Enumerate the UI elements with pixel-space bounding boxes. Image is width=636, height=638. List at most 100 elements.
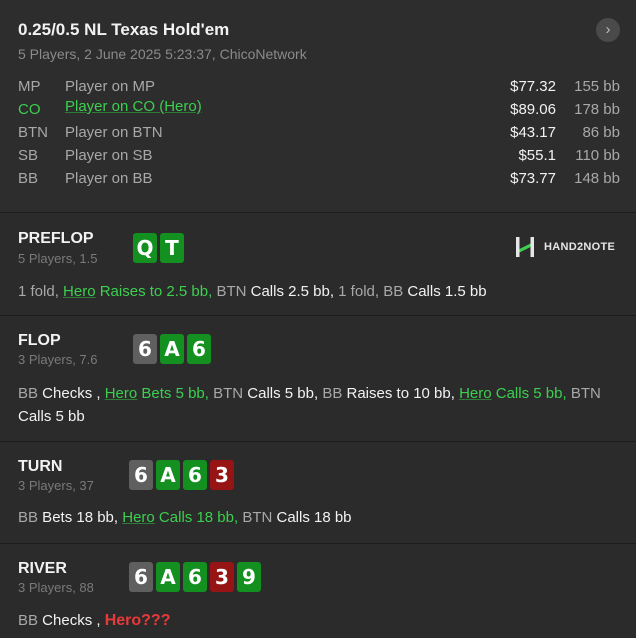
street-name: TURN: [18, 458, 63, 475]
next-hand-button[interactable]: ›: [596, 18, 620, 42]
card-three-hearts: 3: [210, 562, 234, 592]
player-name[interactable]: Player on MP: [65, 78, 155, 95]
player-row-bb: BB Player on BB $73.77 148 bb: [0, 170, 636, 192]
action-player: BTN: [242, 509, 273, 526]
action-player: BB: [322, 385, 343, 402]
hole-cards: Q T: [133, 233, 184, 263]
hero-name: Hero: [122, 509, 155, 526]
action-text: 1 fold,: [18, 283, 64, 300]
action-text: Calls 2.5 bb,: [246, 283, 339, 300]
player-row-co: CO Player on CO (Hero) $89.06 178 bb: [0, 98, 636, 120]
card-six-clubs: 6: [129, 562, 153, 592]
street-name: RIVER: [18, 560, 67, 577]
hero-name: Hero: [459, 385, 492, 402]
card-nine-diamonds: 9: [237, 562, 261, 592]
hero-action[interactable]: Hero Bets 5 bb,: [105, 385, 213, 402]
player-position: BB: [18, 170, 39, 187]
card-ten-diamonds: T: [160, 233, 184, 263]
player-row-sb: SB Player on SB $55.1 110 bb: [0, 147, 636, 169]
street-river: RIVER 3 Players, 88 6 A 6 3 9 BB Checks …: [0, 543, 636, 638]
logo-text: HAND2NOTE: [544, 241, 616, 253]
card-ace-diamonds: A: [156, 460, 180, 490]
player-position: BTN: [18, 124, 48, 141]
action-text: Checks ,: [38, 385, 105, 402]
street-name: FLOP: [18, 332, 61, 349]
player-name[interactable]: Player on BTN: [65, 124, 163, 141]
street-pot-info: 3 Players, 88: [18, 580, 94, 595]
player-stack: $43.17: [510, 124, 556, 141]
action-player: BB: [383, 283, 404, 300]
action-player: BB: [18, 612, 39, 629]
player-stack-bb: 110 bb: [575, 147, 620, 164]
h2n-logo-icon: [516, 237, 534, 257]
hand-header: 0.25/0.5 NL Texas Hold'em 5 Players, 2 J…: [0, 0, 636, 212]
street-turn: TURN 3 Players, 37 6 A 6 3 BB Bets 18 bb…: [0, 441, 636, 543]
action-text: 1 fold,: [338, 283, 384, 300]
action-text: Calls 18 bb,: [154, 509, 243, 526]
action-text: Calls 5 bb,: [243, 385, 323, 402]
street-preflop: PREFLOP 5 Players, 1.5 Q T 1 fold, Hero …: [0, 212, 636, 315]
player-name[interactable]: Player on BB: [65, 170, 153, 187]
card-three-hearts: 3: [210, 460, 234, 490]
action-text: Bets 18 bb,: [38, 509, 123, 526]
street-pot-info: 5 Players, 1.5: [18, 251, 98, 266]
chevron-right-icon: ›: [605, 21, 611, 38]
player-row-mp: MP Player on MP $77.32 155 bb: [0, 78, 636, 100]
player-name[interactable]: Player on SB: [65, 147, 153, 164]
board-cards: 6 A 6 3 9: [129, 562, 261, 592]
hand-subtitle: 5 Players, 2 June 2025 5:23:37, ChicoNet…: [18, 46, 307, 62]
player-row-btn: BTN Player on BTN $43.17 86 bb: [0, 124, 636, 146]
player-position: CO: [18, 101, 41, 118]
street-actions: BB Checks , Hero Bets 5 bb, BTN Calls 5 …: [18, 382, 624, 428]
action-text: Raises to 2.5 bb,: [95, 283, 217, 300]
board-cards: 6 A 6 3: [129, 460, 234, 490]
card-ace-diamonds: A: [156, 562, 180, 592]
player-stack: $89.06: [510, 101, 556, 118]
card-six-diamonds: 6: [187, 334, 211, 364]
action-text: Calls 5 bb: [18, 408, 85, 425]
player-stack-bb: 155 bb: [574, 78, 620, 95]
player-position: MP: [18, 78, 41, 95]
player-position: SB: [18, 147, 39, 164]
action-player: BB: [18, 385, 39, 402]
card-queen-diamonds: Q: [133, 233, 157, 263]
action-text: Bets 5 bb,: [137, 385, 214, 402]
card-six-diamonds: 6: [183, 460, 207, 490]
hero-decision-prompt: Hero???: [104, 612, 171, 629]
card-six-diamonds: 6: [183, 562, 207, 592]
action-player: BTN: [570, 385, 601, 402]
action-text: Raises to 10 bb,: [342, 385, 460, 402]
action-player: BTN: [213, 385, 244, 402]
action-text: Calls 18 bb: [272, 509, 352, 526]
hand2note-logo: HAND2NOTE: [514, 235, 615, 259]
board-cards: 6 A 6: [133, 334, 211, 364]
hero-action[interactable]: Hero Raises to 2.5 bb,: [63, 283, 216, 300]
hero-name: Hero: [104, 385, 138, 402]
player-name-hero[interactable]: Player on CO (Hero): [65, 98, 202, 115]
action-text: Checks ,: [38, 612, 105, 629]
card-six-clubs: 6: [133, 334, 157, 364]
player-stack-bb: 148 bb: [574, 170, 620, 187]
street-name: PREFLOP: [18, 230, 94, 247]
player-stack: $77.32: [510, 78, 556, 95]
street-flop: FLOP 3 Players, 7.6 6 A 6 BB Checks , He…: [0, 315, 636, 441]
player-stack-bb: 178 bb: [574, 101, 620, 118]
card-ace-diamonds: A: [160, 334, 184, 364]
street-actions: 1 fold, Hero Raises to 2.5 bb, BTN Calls…: [18, 280, 624, 303]
street-pot-info: 3 Players, 7.6: [18, 352, 98, 367]
hero-action[interactable]: Hero Calls 18 bb,: [122, 509, 242, 526]
action-text: Calls 1.5 bb: [403, 283, 487, 300]
street-actions: BB Bets 18 bb, Hero Calls 18 bb, BTN Cal…: [18, 506, 624, 529]
player-stack: $55.1: [518, 147, 556, 164]
player-stack-bb: 86 bb: [582, 124, 620, 141]
street-pot-info: 3 Players, 37: [18, 478, 94, 493]
action-player: BTN: [216, 283, 247, 300]
page-title: 0.25/0.5 NL Texas Hold'em: [18, 20, 230, 39]
card-six-clubs: 6: [129, 460, 153, 490]
street-actions: BB Checks , Hero???: [18, 609, 624, 632]
hero-action[interactable]: Hero Calls 5 bb,: [459, 385, 571, 402]
player-stack: $73.77: [510, 170, 556, 187]
action-player: BB: [18, 509, 39, 526]
action-text: Calls 5 bb,: [491, 385, 571, 402]
hero-name: Hero: [63, 283, 96, 300]
